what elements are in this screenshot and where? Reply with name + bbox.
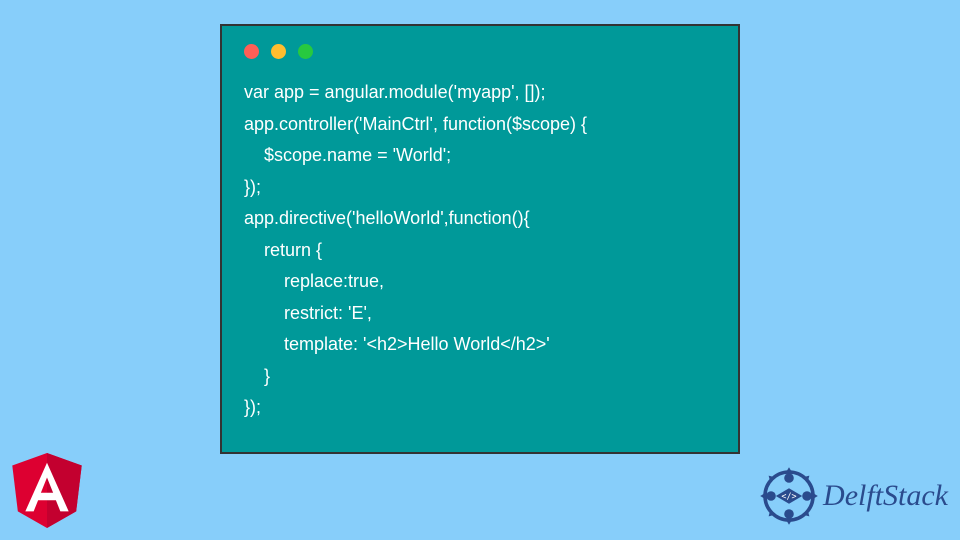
svg-text:</>: </> — [781, 491, 796, 501]
delftstack-label: DelftStack — [823, 479, 948, 513]
window-traffic-lights — [244, 44, 716, 59]
angular-logo-icon — [12, 453, 82, 528]
delftstack-logo: </> DelftStack — [759, 466, 948, 526]
minimize-icon — [271, 44, 286, 59]
close-icon — [244, 44, 259, 59]
delftstack-badge-icon: </> — [759, 466, 819, 526]
code-snippet: var app = angular.module('myapp', []); a… — [244, 77, 716, 424]
code-window: var app = angular.module('myapp', []); a… — [220, 24, 740, 454]
maximize-icon — [298, 44, 313, 59]
